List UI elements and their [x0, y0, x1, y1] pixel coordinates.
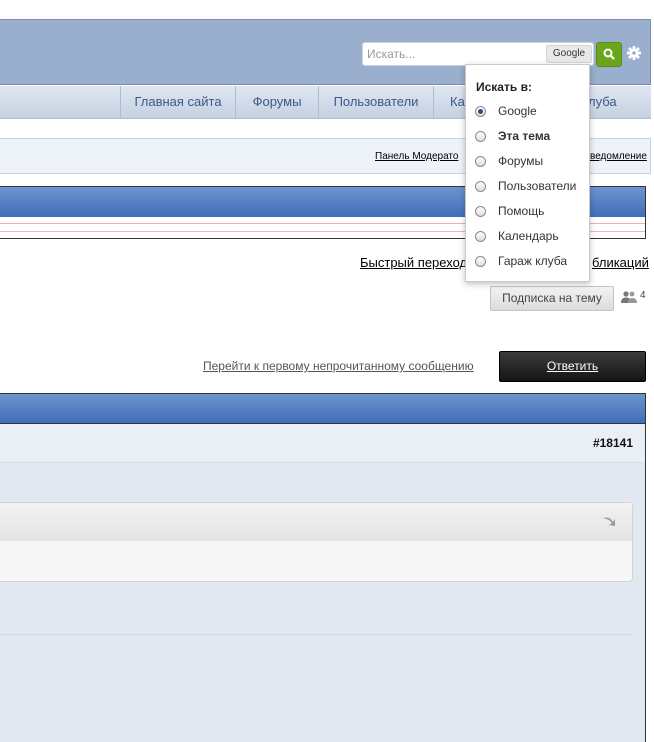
- radio-button[interactable]: [475, 256, 486, 267]
- search-scope-option[interactable]: Календарь: [475, 228, 587, 246]
- moderator-panel-link[interactable]: Панель Модерато: [375, 151, 458, 162]
- notifications-link[interactable]: ведомление: [590, 151, 647, 162]
- post-separator: [0, 634, 633, 635]
- go-to-quote-icon[interactable]: [600, 514, 618, 528]
- search-scope-option[interactable]: Google: [475, 103, 587, 121]
- nav-tab-home[interactable]: Главная сайта: [120, 86, 235, 118]
- radio-button[interactable]: [475, 231, 486, 242]
- nav-tab-forums[interactable]: Форумы: [235, 86, 318, 118]
- search-scope-dropdown: Искать в: Google Эта тема Форумы Пользовате…: [465, 64, 590, 282]
- search-button[interactable]: [596, 42, 622, 67]
- search-icon: [603, 48, 615, 60]
- search-scope-option[interactable]: Пользователи: [475, 178, 587, 196]
- search-scope-option[interactable]: Эта тема: [475, 128, 587, 146]
- subscribers-icon: [620, 290, 638, 304]
- search-scope-title: Искать в:: [476, 80, 532, 94]
- subscribers-count: 4: [640, 290, 646, 301]
- search-scope-option[interactable]: Помощь: [475, 203, 587, 221]
- quote-header: [0, 503, 632, 541]
- search-scope-option-label: Помощь: [498, 204, 545, 218]
- post-number-link[interactable]: #18141: [593, 436, 633, 450]
- search-engine-toggle[interactable]: Google: [546, 45, 592, 63]
- search-scope-option-label: Google: [498, 104, 537, 118]
- search-scope-option-label: Пользователи: [498, 179, 577, 193]
- radio-button[interactable]: [475, 206, 486, 217]
- search-input[interactable]: [367, 43, 542, 65]
- quick-nav-link[interactable]: Быстрый переход: [360, 255, 467, 270]
- radio-button[interactable]: [475, 181, 486, 192]
- settings-button[interactable]: [626, 44, 642, 62]
- search-scope-option[interactable]: Гараж клуба: [475, 253, 587, 271]
- publications-link[interactable]: бликаций: [592, 255, 649, 270]
- post-body: #18141: [0, 424, 646, 742]
- gear-icon: [627, 46, 641, 60]
- radio-button[interactable]: [475, 156, 486, 167]
- nav-tab-members[interactable]: Пользователи: [318, 86, 433, 118]
- nav-tab-club[interactable]: луба: [580, 86, 651, 118]
- search-scope-option-label: Форумы: [498, 154, 544, 168]
- search-scope-option-label: Календарь: [498, 229, 559, 243]
- reply-button[interactable]: Ответить: [499, 351, 646, 382]
- post-meta-bar: #18141: [0, 424, 645, 463]
- search-box[interactable]: Google: [362, 42, 594, 66]
- search-scope-option-label: Гараж клуба: [498, 254, 567, 268]
- first-unread-link[interactable]: Перейти к первому непрочитанному сообщен…: [203, 359, 474, 373]
- quote-box: [0, 502, 633, 582]
- radio-button[interactable]: [475, 131, 486, 142]
- post-header: [0, 393, 646, 424]
- search-scope-option[interactable]: Форумы: [475, 153, 587, 171]
- subscribe-button[interactable]: Подписка на тему: [490, 286, 614, 311]
- radio-button[interactable]: [475, 106, 486, 117]
- search-scope-option-label: Эта тема: [498, 129, 551, 143]
